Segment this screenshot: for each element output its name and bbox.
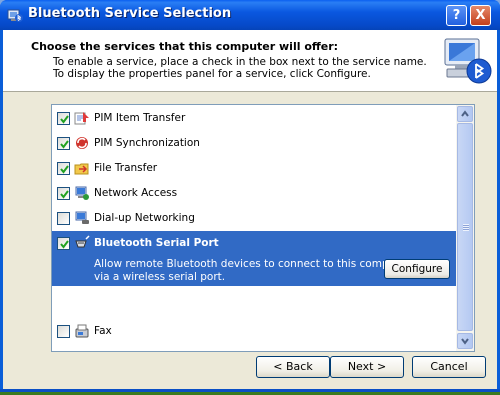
scroll-grip <box>463 224 469 231</box>
service-label: File Transfer <box>94 162 158 174</box>
vertical-scrollbar[interactable] <box>456 105 474 351</box>
list-item-file-transfer[interactable]: File Transfer <box>52 156 456 181</box>
fax-icon <box>75 324 89 338</box>
services-listbox[interactable]: PIM Item Transfer PIM Synchronization Fi… <box>51 104 475 352</box>
close-button[interactable]: X <box>470 5 491 26</box>
service-description-line-1: Allow remote Bluetooth devices to connec… <box>94 258 411 270</box>
bluetooth-computer-icon <box>444 38 492 84</box>
back-button[interactable]: < Back <box>256 356 330 378</box>
chevron-down-icon <box>461 338 469 345</box>
serial-port-icon <box>75 235 90 248</box>
dialog-window: Bluetooth Service Selection ? X Choose t… <box>0 0 500 392</box>
title-bar[interactable]: Bluetooth Service Selection ? X <box>0 0 500 30</box>
next-button[interactable]: Next > <box>330 356 404 378</box>
page-heading: Choose the services that this computer w… <box>31 40 339 53</box>
dialup-icon <box>75 211 89 224</box>
service-description-line-2: via a wireless serial port. <box>94 271 226 283</box>
service-label: Bluetooth Serial Port <box>94 237 219 249</box>
checkbox-fax[interactable] <box>57 325 70 338</box>
list-item-pim-item-transfer[interactable]: PIM Item Transfer <box>52 106 456 131</box>
wizard-header: Choose the services that this computer w… <box>3 30 497 92</box>
dialog-client-area: Choose the services that this computer w… <box>3 30 497 389</box>
help-button[interactable]: ? <box>446 5 467 26</box>
service-label: Fax <box>94 325 112 337</box>
list-item-network-access[interactable]: Network Access <box>52 181 456 206</box>
checkbox-bluetooth-serial-port[interactable] <box>57 237 70 250</box>
service-label: Dial-up Networking <box>94 212 195 224</box>
instruction-line-1: To enable a service, place a check in th… <box>53 56 427 68</box>
scroll-down-button[interactable] <box>457 333 473 349</box>
window-bottom-border <box>0 389 500 392</box>
scroll-up-button[interactable] <box>457 106 473 122</box>
list-item-pim-synchronization[interactable]: PIM Synchronization <box>52 131 456 156</box>
cancel-button[interactable]: Cancel <box>412 356 486 378</box>
file-transfer-icon <box>74 163 89 175</box>
list-item-dial-up-networking[interactable]: Dial-up Networking <box>52 206 456 231</box>
bluetooth-app-icon <box>7 9 23 22</box>
service-label: PIM Item Transfer <box>94 112 186 124</box>
instruction-line-2: To display the properties panel for a se… <box>53 68 371 80</box>
network-access-icon <box>75 186 89 200</box>
service-label: PIM Synchronization <box>94 137 200 149</box>
checkbox-dial-up-networking[interactable] <box>57 212 70 225</box>
pim-transfer-icon <box>74 112 89 125</box>
list-item-fax[interactable]: Fax <box>52 319 456 344</box>
scroll-thumb[interactable] <box>457 123 473 331</box>
checkbox-file-transfer[interactable] <box>57 162 70 175</box>
list-item-bluetooth-serial-port[interactable]: Bluetooth Serial Port Allow remote Bluet… <box>52 231 456 286</box>
service-label: Network Access <box>94 187 178 199</box>
window-title: Bluetooth Service Selection <box>28 6 232 21</box>
pim-sync-icon <box>76 137 88 149</box>
checkbox-pim-synchronization[interactable] <box>57 137 70 150</box>
checkbox-network-access[interactable] <box>57 187 70 200</box>
configure-button[interactable]: Configure <box>384 259 450 279</box>
chevron-up-icon <box>461 110 469 117</box>
checkbox-pim-item-transfer[interactable] <box>57 112 70 125</box>
